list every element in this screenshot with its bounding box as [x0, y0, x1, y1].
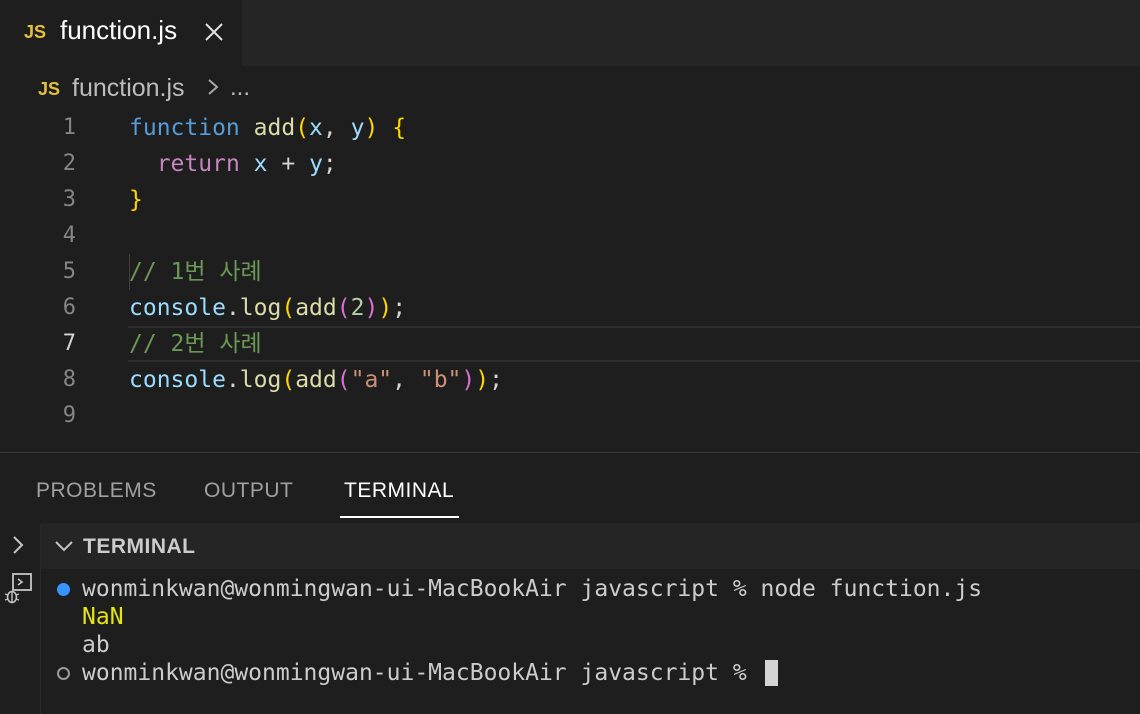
line-number: 1 — [62, 115, 76, 140]
code-line[interactable]: 3} — [0, 182, 1140, 218]
command-pending-dot — [57, 667, 70, 680]
line-number: 4 — [62, 223, 76, 248]
tab-function-js[interactable]: JS function.js — [0, 0, 242, 66]
tab-terminal[interactable]: TERMINAL — [344, 479, 454, 503]
code-text: // 2번 사례 — [129, 331, 262, 357]
terminal-prompt[interactable]: wonminkwan@wonmingwan-ui-MacBookAir java… — [82, 659, 778, 687]
code-line[interactable]: 6 console.log(add(2)); — [0, 290, 1140, 326]
js-file-icon: JS — [24, 22, 47, 42]
terminal-side-strip — [0, 523, 41, 714]
line-number: 9 — [62, 403, 76, 428]
line-number: 2 — [62, 151, 76, 176]
code-line[interactable]: 9 — [0, 398, 1140, 434]
line-number: 7 — [62, 331, 76, 356]
tab-problems[interactable]: PROBLEMS — [36, 479, 157, 503]
code-line[interactable]: 5 // 1번 사례 — [0, 254, 1140, 290]
code-text: return x + y; — [156, 151, 337, 177]
terminal-output-ab: ab — [82, 632, 110, 658]
code-line[interactable]: 8 console.log(add("a", "b")); — [0, 362, 1140, 398]
breadcrumb-file[interactable]: function.js — [72, 74, 185, 103]
tab-output[interactable]: OUTPUT — [204, 479, 293, 503]
terminal-body[interactable]: wonminkwan@wonmingwan-ui-MacBookAir java… — [41, 569, 1140, 714]
line-number: 8 — [62, 367, 76, 392]
terminal-output-nan: NaN — [82, 604, 124, 630]
breadcrumb-more[interactable]: ... — [230, 74, 250, 102]
editor-tab-bar: JS function.js — [0, 0, 1140, 66]
code-line[interactable]: 1 function add(x, y) { — [0, 110, 1140, 146]
panel-tab-bar: PROBLEMS OUTPUT TERMINAL — [0, 453, 1140, 523]
code-text: console.log(add("a", "b")); — [129, 367, 503, 393]
debug-console-icon[interactable] — [4, 573, 34, 612]
line-number: 6 — [62, 295, 76, 320]
breadcrumb: JS function.js ... — [0, 66, 1140, 110]
active-tab-indicator — [340, 516, 459, 518]
js-file-icon: JS — [38, 79, 61, 99]
chevron-right-icon[interactable] — [10, 533, 26, 562]
terminal-prompt-text: wonminkwan@wonmingwan-ui-MacBookAir java… — [82, 660, 761, 686]
terminal-line: wonminkwan@wonmingwan-ui-MacBookAir java… — [82, 576, 983, 602]
command-success-dot — [57, 583, 70, 596]
code-text: function add(x, y) { — [129, 115, 407, 141]
code-line[interactable]: 2 return x + y; — [0, 146, 1140, 182]
terminal-cursor — [764, 660, 778, 686]
line-number: 5 — [62, 259, 76, 284]
code-text: } — [129, 187, 143, 213]
terminal-header[interactable]: TERMINAL — [41, 523, 1140, 569]
terminal-header-title: TERMINAL — [83, 535, 196, 558]
line-number: 3 — [62, 187, 76, 212]
chevron-down-icon[interactable] — [53, 535, 75, 562]
chevron-right-icon — [206, 74, 220, 107]
code-line[interactable]: 7 // 2번 사례 — [0, 326, 1140, 362]
code-text: console.log(add(2)); — [129, 295, 407, 321]
close-icon[interactable] — [198, 14, 230, 50]
tab-title: function.js — [60, 15, 178, 45]
code-line[interactable]: 4 — [0, 218, 1140, 254]
code-editor[interactable]: 1 function add(x, y) {2 return x + y; 3} 4 5… — [0, 110, 1140, 452]
code-text: // 1번 사례 — [129, 259, 262, 285]
